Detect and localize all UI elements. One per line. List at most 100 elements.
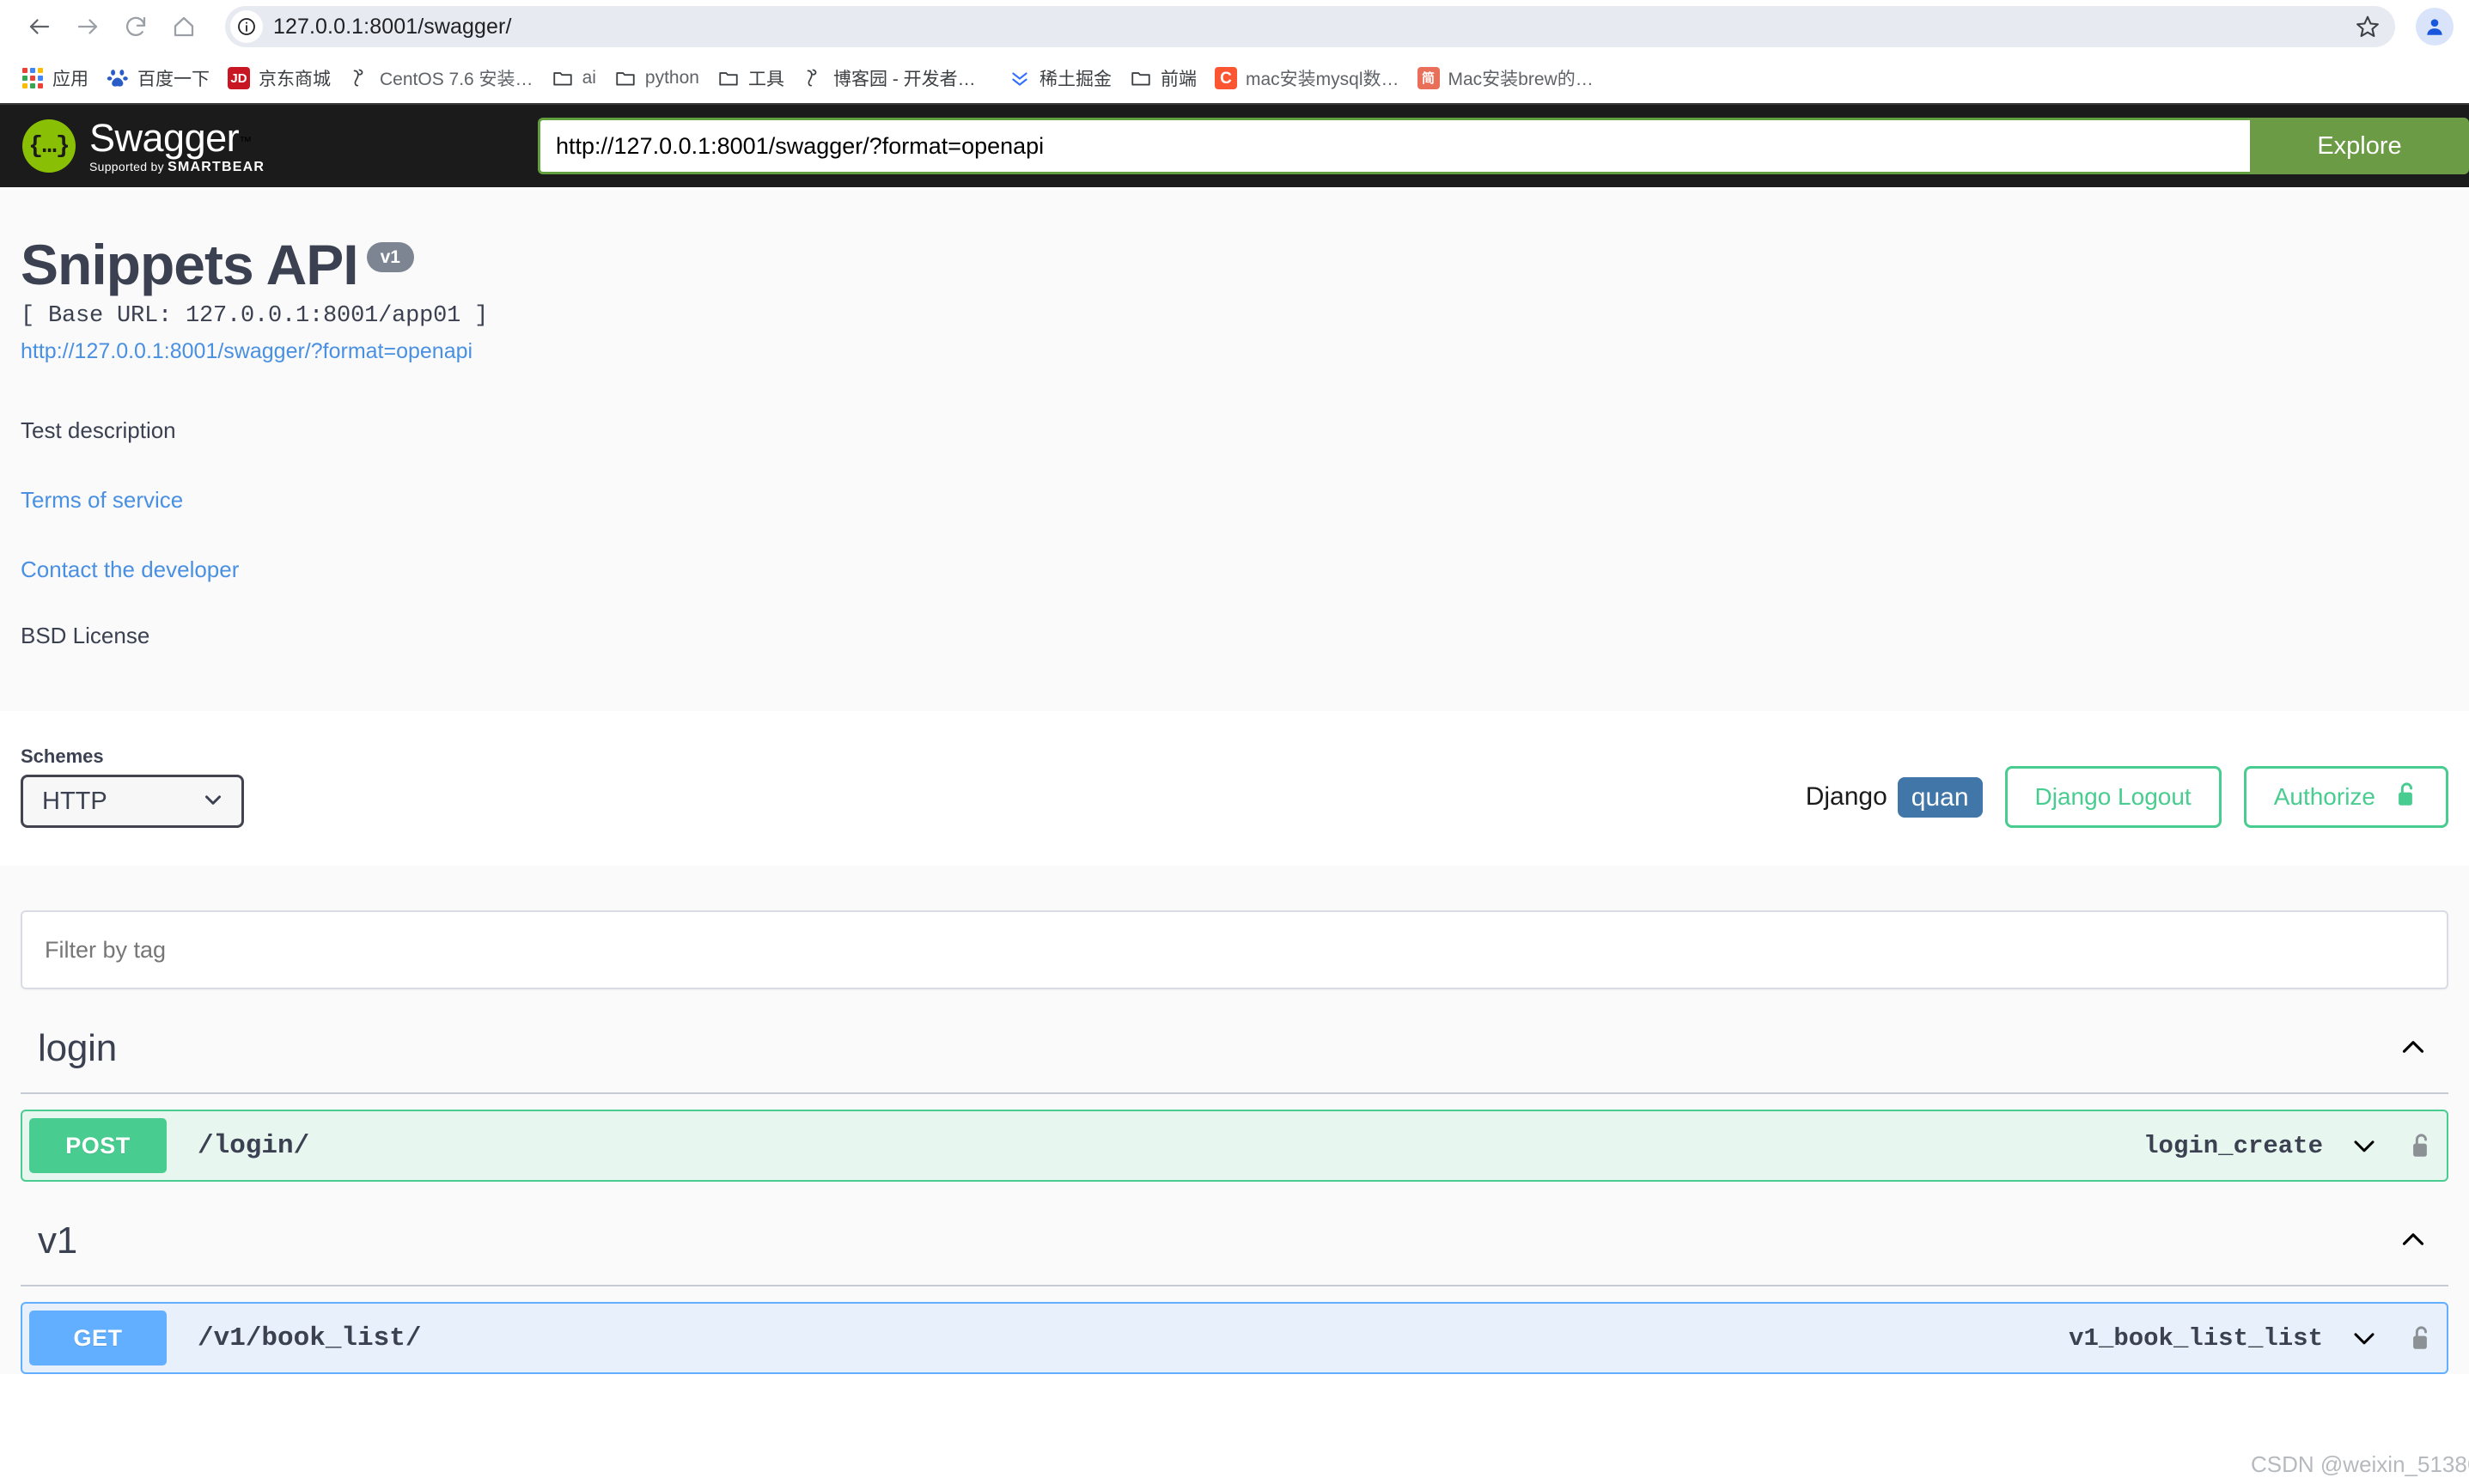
- base-url: [ Base URL: 127.0.0.1:8001/app01 ]: [21, 303, 489, 330]
- tag-name: v1: [38, 1219, 78, 1262]
- swagger-topbar: {…} Swagger™ Supported by SMARTBEAR Expl…: [0, 103, 2469, 187]
- bookmark-apps[interactable]: 应用: [12, 59, 97, 97]
- chevron-down-icon[interactable]: [2347, 1321, 2381, 1355]
- schemes-select[interactable]: HTTP: [21, 775, 244, 829]
- django-label: Django: [1805, 782, 1887, 812]
- unlock-icon[interactable]: [2407, 1323, 2433, 1353]
- schemes-selected-value: HTTP: [42, 787, 107, 815]
- operation-row[interactable]: GET /v1/book_list/ v1_book_list_list: [21, 1302, 2448, 1375]
- version-badge: v1: [366, 242, 414, 272]
- bookmarks-bar: 应用 百度一下 JD 京东商城 CentOS 7.6 安装… ai python…: [0, 53, 2469, 103]
- bookmark-folder-tools[interactable]: 工具: [708, 59, 793, 97]
- swagger-braces-glyph: {…}: [28, 132, 70, 160]
- swagger-braces-icon: {…}: [22, 119, 76, 173]
- folder-icon: [1129, 66, 1153, 90]
- csdn-watermark: CSDN @weixin_51386799: [2251, 1451, 2469, 1477]
- bookmark-label: CentOS 7.6 安装…: [380, 70, 533, 89]
- baidu-icon: [106, 66, 130, 90]
- contact-developer-link[interactable]: Contact the developer: [21, 556, 2448, 583]
- unlock-icon: [2393, 780, 2418, 815]
- tag-header-v1[interactable]: v1: [21, 1219, 2448, 1287]
- info-circle-icon[interactable]: [230, 10, 263, 43]
- django-user-block: Django quan: [1805, 776, 1983, 818]
- profile-avatar[interactable]: [2416, 8, 2454, 46]
- supported-prefix: Supported by: [89, 159, 168, 173]
- bookmark-folder-python[interactable]: python: [605, 59, 708, 97]
- operation-id: login_create: [2143, 1131, 2323, 1160]
- forward-button[interactable]: [64, 3, 112, 51]
- bookmark-label: 百度一下: [137, 70, 210, 89]
- page-title: Snippets API: [21, 233, 359, 296]
- bookmark-centos[interactable]: CentOS 7.6 安装…: [339, 59, 542, 97]
- api-info-block: Snippets API v1 [ Base URL: 127.0.0.1:80…: [0, 187, 2469, 712]
- bookmark-juejin[interactable]: 稀土掘金: [999, 59, 1120, 97]
- bookmark-label: 京东商城: [259, 70, 331, 89]
- bookmark-csdn-mysql[interactable]: C mac安装mysql数…: [1205, 59, 1408, 97]
- tag-name: login: [38, 1027, 117, 1070]
- bookmark-label: 前端: [1160, 70, 1197, 89]
- api-description: Test description: [21, 417, 176, 444]
- jd-icon: JD: [227, 66, 251, 90]
- operations-block: Filter by tag login POST /login/ login_c…: [0, 866, 2469, 1375]
- filter-placeholder: Filter by tag: [45, 936, 167, 963]
- filter-by-tag-input[interactable]: Filter by tag: [21, 910, 2448, 990]
- bookmark-baidu[interactable]: 百度一下: [97, 59, 218, 97]
- bookmark-label: ai: [582, 68, 596, 88]
- bookmark-label: 工具: [747, 70, 784, 89]
- chevron-up-icon[interactable]: [2395, 1029, 2431, 1069]
- explore-button[interactable]: Explore: [2250, 118, 2469, 174]
- swagger-logo[interactable]: {…} Swagger™ Supported by SMARTBEAR: [22, 119, 538, 174]
- unlock-icon[interactable]: [2407, 1131, 2433, 1160]
- operation-path: /login/: [198, 1130, 310, 1161]
- swagger-wordmark: Swagger™ Supported by SMARTBEAR: [89, 119, 265, 174]
- bookmark-script-icon: [348, 66, 372, 90]
- operation-row[interactable]: POST /login/ login_create: [21, 1110, 2448, 1183]
- browser-toolbar: 127.0.0.1:8001/swagger/: [0, 0, 2469, 53]
- auth-controls: Django quan Django Logout Authorize: [1805, 766, 2469, 829]
- bookmark-label: mac安装mysql数…: [1245, 70, 1399, 89]
- spec-url-link[interactable]: http://127.0.0.1:8001/swagger/?format=op…: [21, 339, 2448, 364]
- schemes-auth-row: Schemes HTTP Django quan Django Logout A…: [0, 711, 2469, 867]
- bookmark-cnblogs[interactable]: 博客园 - 开发者的…: [793, 59, 999, 97]
- authorize-label: Authorize: [2273, 783, 2375, 811]
- csdn-icon: C: [1214, 66, 1238, 90]
- chevron-down-icon[interactable]: [2347, 1128, 2381, 1163]
- apps-grid-icon: [21, 66, 45, 90]
- http-method-badge: GET: [29, 1311, 167, 1366]
- juejin-icon: [1008, 66, 1032, 90]
- http-method-badge: POST: [29, 1118, 167, 1174]
- home-button[interactable]: [160, 3, 208, 51]
- bookmark-folder-ai[interactable]: ai: [542, 59, 605, 97]
- authorize-button[interactable]: Authorize: [2243, 766, 2448, 829]
- back-button[interactable]: [15, 3, 64, 51]
- swagger-tm: ™: [239, 134, 253, 149]
- jianshu-icon: 简: [1417, 66, 1441, 90]
- operation-path: /v1/book_list/: [198, 1323, 422, 1353]
- spec-url-input[interactable]: [538, 118, 2250, 174]
- schemes-block: Schemes HTTP: [0, 745, 244, 829]
- reload-button[interactable]: [112, 3, 160, 51]
- smartbear-brand: SMARTBEAR: [168, 159, 265, 174]
- tag-header-login[interactable]: login: [21, 1027, 2448, 1095]
- folder-icon: [551, 66, 575, 90]
- star-outline-icon[interactable]: [2350, 9, 2385, 44]
- tag-section-v1: v1 GET /v1/book_list/ v1_book_list_list: [0, 1219, 2469, 1375]
- operation-id: v1_book_list_list: [2069, 1323, 2323, 1353]
- bookmark-label: python: [644, 68, 699, 88]
- api-title-row: Snippets API v1: [21, 233, 2448, 296]
- bookmark-jd[interactable]: JD 京东商城: [218, 59, 339, 97]
- explore-form: Explore: [538, 118, 2469, 174]
- folder-icon: [613, 66, 637, 90]
- bookmark-label: 应用: [52, 70, 88, 89]
- chevron-up-icon[interactable]: [2395, 1221, 2431, 1262]
- django-logout-button[interactable]: Django Logout: [2004, 766, 2222, 829]
- tag-section-login: login POST /login/ login_create: [0, 1027, 2469, 1183]
- swagger-supported-by: Supported by SMARTBEAR: [89, 159, 265, 174]
- address-bar[interactable]: 127.0.0.1:8001/swagger/: [225, 6, 2395, 47]
- terms-of-service-link[interactable]: Terms of service: [21, 487, 2448, 514]
- schemes-label: Schemes: [21, 745, 104, 768]
- bookmark-label: 稀土掘金: [1039, 70, 1112, 89]
- bookmark-label: 博客园 - 开发者的…: [832, 70, 991, 89]
- bookmark-jianshu-brew[interactable]: 简 Mac安装brew的四…: [1408, 59, 1614, 97]
- bookmark-folder-frontend[interactable]: 前端: [1120, 59, 1205, 97]
